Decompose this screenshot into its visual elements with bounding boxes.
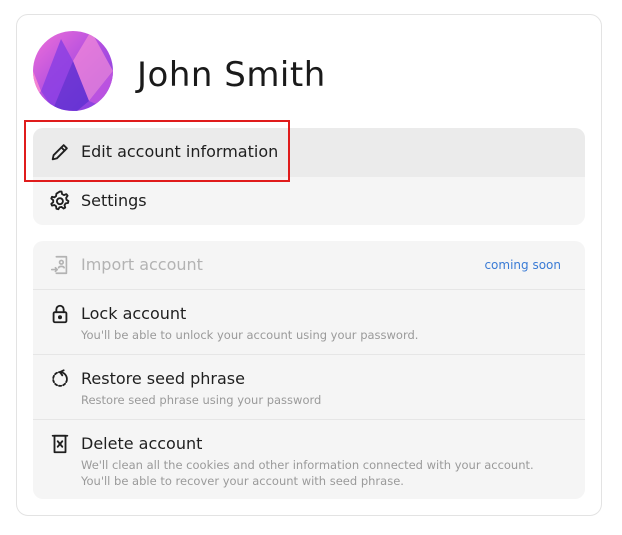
restore-seed-label: Restore seed phrase [81,369,245,388]
edit-account-item[interactable]: Edit account information [33,128,585,177]
delete-account-description: We'll clean all the cookies and other in… [81,458,534,488]
account-menu-card: John Smith Edit account information Sett… [16,14,602,516]
gear-icon [49,190,71,212]
settings-item[interactable]: Settings [33,177,585,225]
trash-icon [49,433,71,455]
import-account-label: Import account [81,255,203,274]
primary-menu: Edit account information Settings [33,128,585,225]
delete-account-item[interactable]: Delete account We'll clean all the cooki… [33,419,585,499]
lock-account-description: You'll be able to unlock your account us… [81,328,419,342]
delete-account-label: Delete account [81,434,203,453]
settings-label: Settings [81,191,147,210]
account-actions-menu: Import account coming soon Lock account … [33,241,585,499]
import-account-item: Import account coming soon [33,241,585,289]
profile-header: John Smith [33,31,573,113]
lock-account-label: Lock account [81,304,187,323]
pencil-icon [49,141,71,163]
avatar[interactable] [33,31,113,111]
user-name: John Smith [137,55,326,95]
lock-account-item[interactable]: Lock account You'll be able to unlock yo… [33,289,585,354]
coming-soon-badge: coming soon [484,258,561,272]
restore-seed-item[interactable]: Restore seed phrase Restore seed phrase … [33,354,585,419]
lock-icon [49,303,71,325]
edit-account-label: Edit account information [81,142,279,161]
import-icon [49,254,71,276]
restore-seed-description: Restore seed phrase using your password [81,393,322,407]
restore-icon [49,368,71,390]
